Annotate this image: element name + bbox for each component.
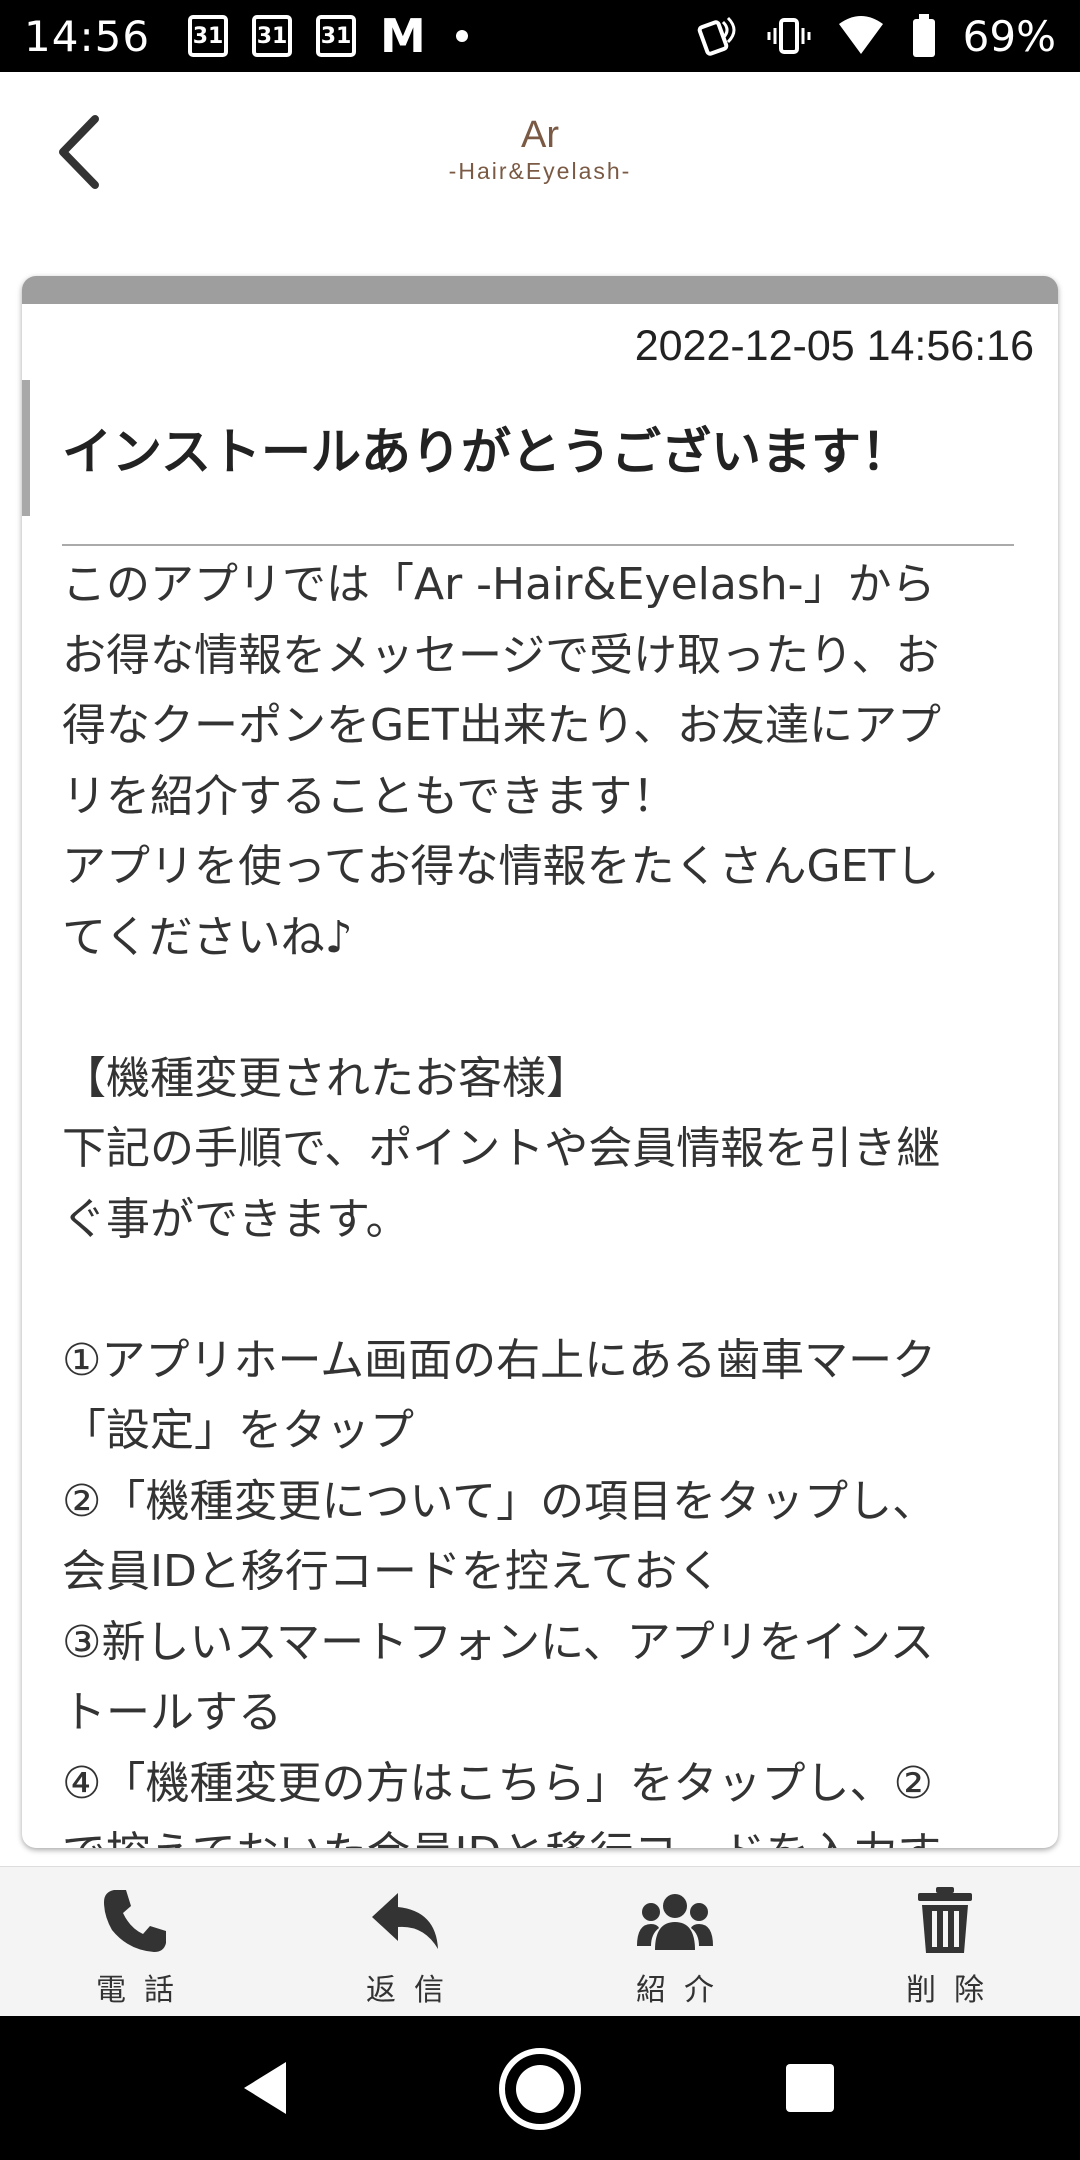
app-header: Ar -Hair&Eyelash- [0, 72, 1080, 240]
delete-label: 削除 [906, 1973, 1002, 2008]
wifi-icon [838, 16, 883, 54]
card-top-bar [22, 276, 1058, 304]
reply-button[interactable]: 返信 [270, 1867, 540, 2016]
phone-icon [95, 1883, 175, 1959]
battery-percentage: 69% [962, 11, 1056, 61]
message-body: このアプリでは「Ar -Hair&Eyelash-」から お得な情報をメッセージ… [62, 559, 942, 1848]
vibrate-icon [767, 18, 811, 54]
nav-home-icon[interactable] [497, 2046, 583, 2132]
message-date: 2022-12-05 14:56:16 [634, 322, 1034, 370]
more-notifications-icon [455, 30, 468, 42]
calendar-notification-icon: 31 [316, 15, 357, 57]
message-title: インストールありがとうございます！ [62, 423, 911, 481]
introduce-label: 紹介 [636, 1973, 732, 2008]
bottom-toolbar: 電話 返信 紹介 削除 [0, 1866, 1080, 2016]
status-time: 14:56 [24, 11, 151, 61]
salon-logo: Ar -Hair&Eyelash- [0, 116, 1080, 185]
message-card[interactable]: 2022-12-05 14:56:16 インストールありがとうございます！ この… [22, 276, 1058, 1848]
phone-button[interactable]: 電話 [0, 1867, 270, 2016]
system-navigation-bar [0, 2016, 1080, 2160]
delete-button[interactable]: 削除 [810, 1867, 1080, 2016]
title-divider [62, 544, 1014, 546]
gmail-icon: M [380, 9, 426, 63]
title-accent-bar [22, 380, 30, 516]
status-icons: 69% [697, 12, 1056, 61]
reply-icon [365, 1883, 445, 1959]
calendar-notification-icon: 31 [252, 15, 293, 57]
nav-recents-icon[interactable] [786, 2064, 834, 2112]
battery-icon [912, 14, 935, 57]
nav-back-icon[interactable] [240, 2060, 290, 2116]
calendar-notification-icon: 31 [188, 15, 229, 57]
users-icon [635, 1883, 715, 1959]
logo-sub-text: -Hair&Eyelash- [448, 158, 632, 184]
status-bar: 14:56 31 31 31 M 69% [0, 0, 1080, 72]
phone-label: 電話 [96, 1973, 192, 2008]
introduce-button[interactable]: 紹介 [540, 1867, 810, 2016]
logo-main-text: Ar [521, 114, 559, 156]
reply-label: 返信 [366, 1973, 462, 2008]
nfc-icon [697, 16, 736, 56]
trash-icon [905, 1883, 985, 1959]
